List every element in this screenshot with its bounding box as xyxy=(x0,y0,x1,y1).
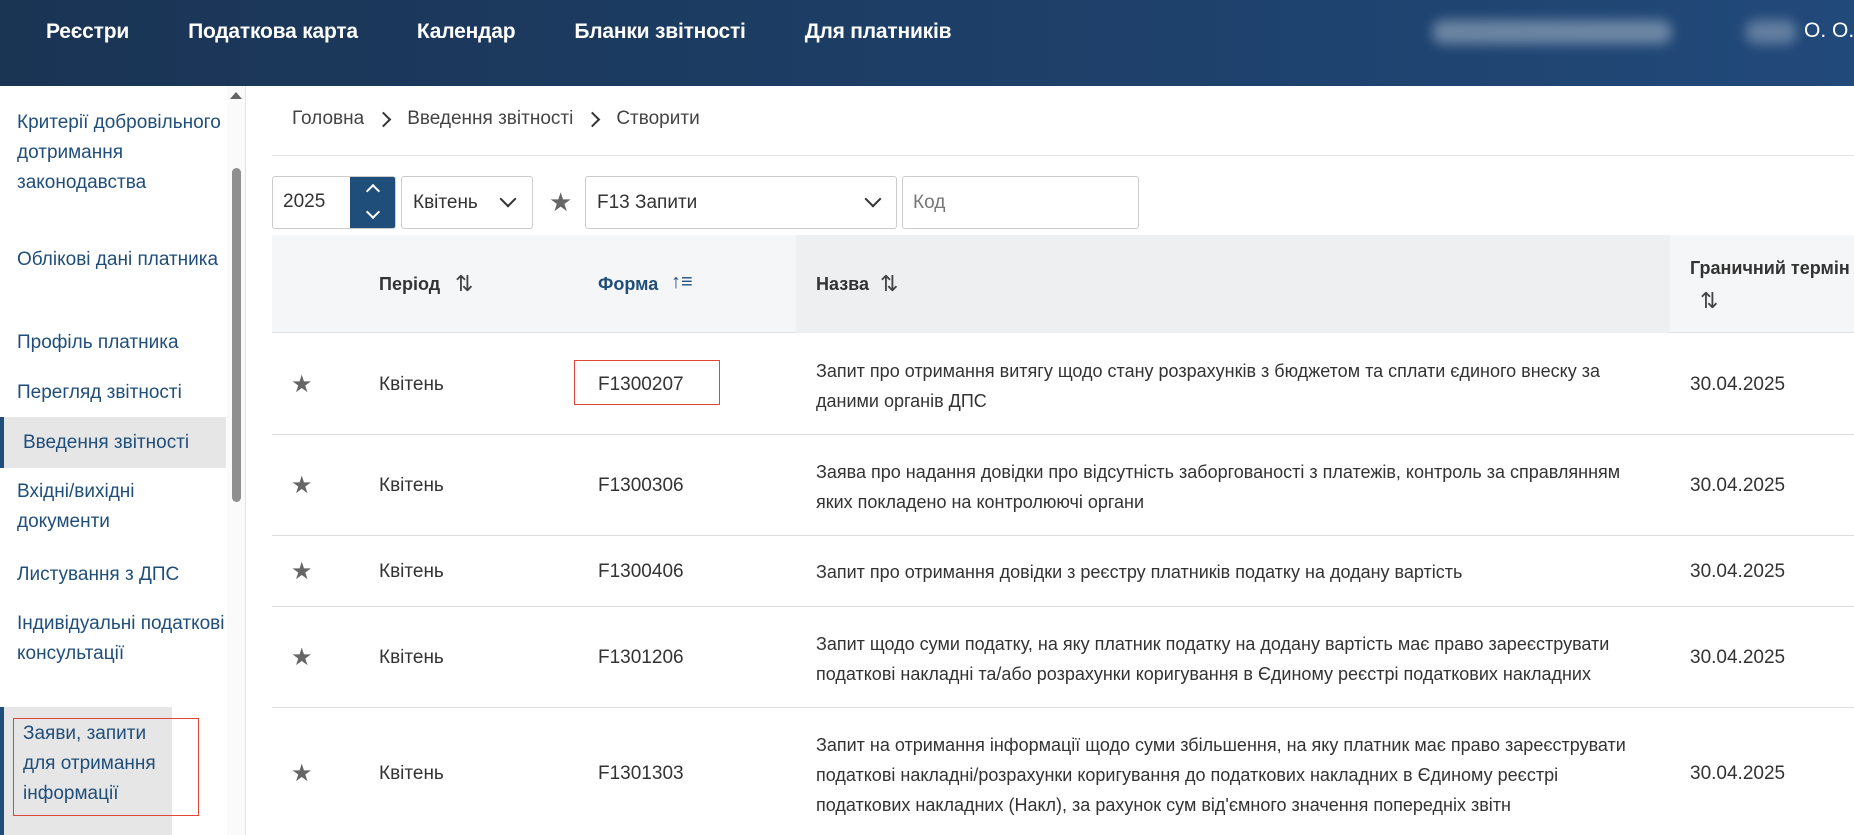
code-input[interactable] xyxy=(902,176,1139,229)
cell-deadline: 30.04.2025 xyxy=(1690,561,1786,582)
breadcrumb-create: Створити xyxy=(616,108,700,129)
star-icon[interactable]: ★ xyxy=(291,759,313,788)
chevron-down-icon xyxy=(864,190,882,208)
star-icon[interactable]: ★ xyxy=(291,471,313,500)
cell-period: Квітень xyxy=(379,763,444,784)
nav-calendar[interactable]: Календар xyxy=(417,20,516,44)
chevron-down-icon xyxy=(499,190,517,208)
cell-name[interactable]: Запит про отримання витягу щодо стану ро… xyxy=(816,356,1646,416)
chevron-down-icon[interactable] xyxy=(365,204,381,220)
chevron-right-icon xyxy=(375,111,392,127)
nav-report-forms[interactable]: Бланки звітності xyxy=(574,20,746,44)
sidebar-item-account-data[interactable]: Облікові дані платника xyxy=(0,245,226,275)
sidebar-item-compliance-criteria[interactable]: Критерії добровільного дотримання законо… xyxy=(0,108,226,198)
cell-period: Квітень xyxy=(379,647,444,668)
cell-period: Квітень xyxy=(379,561,444,582)
chevron-right-icon xyxy=(585,111,601,127)
nav-tax-map[interactable]: Податкова карта xyxy=(188,20,358,44)
star-icon[interactable]: ★ xyxy=(291,643,313,672)
sidebar-item-tax-consultations[interactable]: Індивідуальні податкові консультації xyxy=(0,609,226,669)
chevron-up-icon[interactable] xyxy=(365,183,381,199)
column-header-name[interactable]: Назва xyxy=(816,274,869,295)
cell-deadline: 30.04.2025 xyxy=(1690,763,1786,784)
year-stepper[interactable]: 2025 xyxy=(272,176,396,229)
cell-name[interactable]: Запит про отримання довідки з реєстру пл… xyxy=(816,557,1646,587)
sidebar-item-payer-profile[interactable]: Профіль платника xyxy=(0,328,226,358)
form-group-select[interactable]: F13 Запити xyxy=(585,176,897,229)
cell-deadline: 30.04.2025 xyxy=(1690,647,1786,668)
sort-ascending-icon[interactable]: ↑≡ xyxy=(671,271,693,294)
top-header: Реєстри Податкова карта Календар Бланки … xyxy=(0,0,1854,86)
nav-registries[interactable]: Реєстри xyxy=(46,20,129,44)
star-icon[interactable]: ★ xyxy=(291,557,313,586)
month-select[interactable]: Квітень xyxy=(401,176,533,229)
table-header-name-bg xyxy=(796,235,1670,333)
user-name-blurred xyxy=(1432,20,1672,44)
highlight-box xyxy=(13,718,199,816)
cell-name[interactable]: Заява про надання довідки про відсутніст… xyxy=(816,457,1646,517)
cell-name[interactable]: Запит на отримання інформації щодо суми … xyxy=(816,730,1646,820)
star-icon[interactable]: ★ xyxy=(291,370,313,399)
user-initials[interactable]: О. О. xyxy=(1804,19,1854,43)
column-header-form[interactable]: Форма xyxy=(598,274,658,295)
form-group-value: F13 Запити xyxy=(597,192,698,213)
sort-icon[interactable]: ⇅ xyxy=(1700,288,1718,314)
top-nav: Реєстри Податкова карта Календар Бланки … xyxy=(46,0,1010,64)
cell-form[interactable]: F1300406 xyxy=(598,561,684,583)
user-id-blurred xyxy=(1745,20,1797,44)
cell-period: Квітень xyxy=(379,374,444,395)
cell-deadline: 30.04.2025 xyxy=(1690,475,1786,496)
cell-form[interactable]: F1301303 xyxy=(598,763,684,785)
sidebar-item-correspondence[interactable]: Листування з ДПС xyxy=(0,560,226,590)
sidebar: Критерії добровільного дотримання законо… xyxy=(0,86,246,835)
breadcrumb-report-entry[interactable]: Введення звітності xyxy=(407,108,573,130)
highlight-box xyxy=(574,360,720,405)
column-header-deadline[interactable]: Граничний термін xyxy=(1690,258,1850,279)
cell-form[interactable]: F1300306 xyxy=(598,475,684,497)
scroll-up-arrow-icon[interactable] xyxy=(230,92,242,99)
year-value[interactable]: 2025 xyxy=(283,191,325,213)
breadcrumb: Головна Введення звітності Створити xyxy=(292,108,700,130)
cell-name[interactable]: Запит щодо суми податку, на яку платник … xyxy=(816,629,1646,689)
year-stepper-buttons[interactable] xyxy=(350,177,395,228)
column-header-period[interactable]: Період xyxy=(379,274,440,295)
breadcrumb-home[interactable]: Головна xyxy=(292,108,364,130)
sidebar-item-documents[interactable]: Вхідні/вихідні документи xyxy=(0,477,226,537)
month-value: Квітень xyxy=(413,192,478,213)
sidebar-item-report-entry[interactable]: Введення звітності xyxy=(0,417,226,468)
cell-period: Квітень xyxy=(379,475,444,496)
cell-deadline: 30.04.2025 xyxy=(1690,374,1786,395)
sidebar-item-view-reports[interactable]: Перегляд звітності xyxy=(0,378,226,408)
favorites-filter-star-icon[interactable]: ★ xyxy=(549,189,572,215)
scrollbar-thumb[interactable] xyxy=(232,168,241,502)
sort-icon[interactable]: ⇅ xyxy=(880,271,898,297)
nav-for-payers[interactable]: Для платників xyxy=(805,20,952,44)
divider xyxy=(272,155,1854,156)
cell-form[interactable]: F1301206 xyxy=(598,647,684,669)
sort-icon[interactable]: ⇅ xyxy=(455,271,473,297)
